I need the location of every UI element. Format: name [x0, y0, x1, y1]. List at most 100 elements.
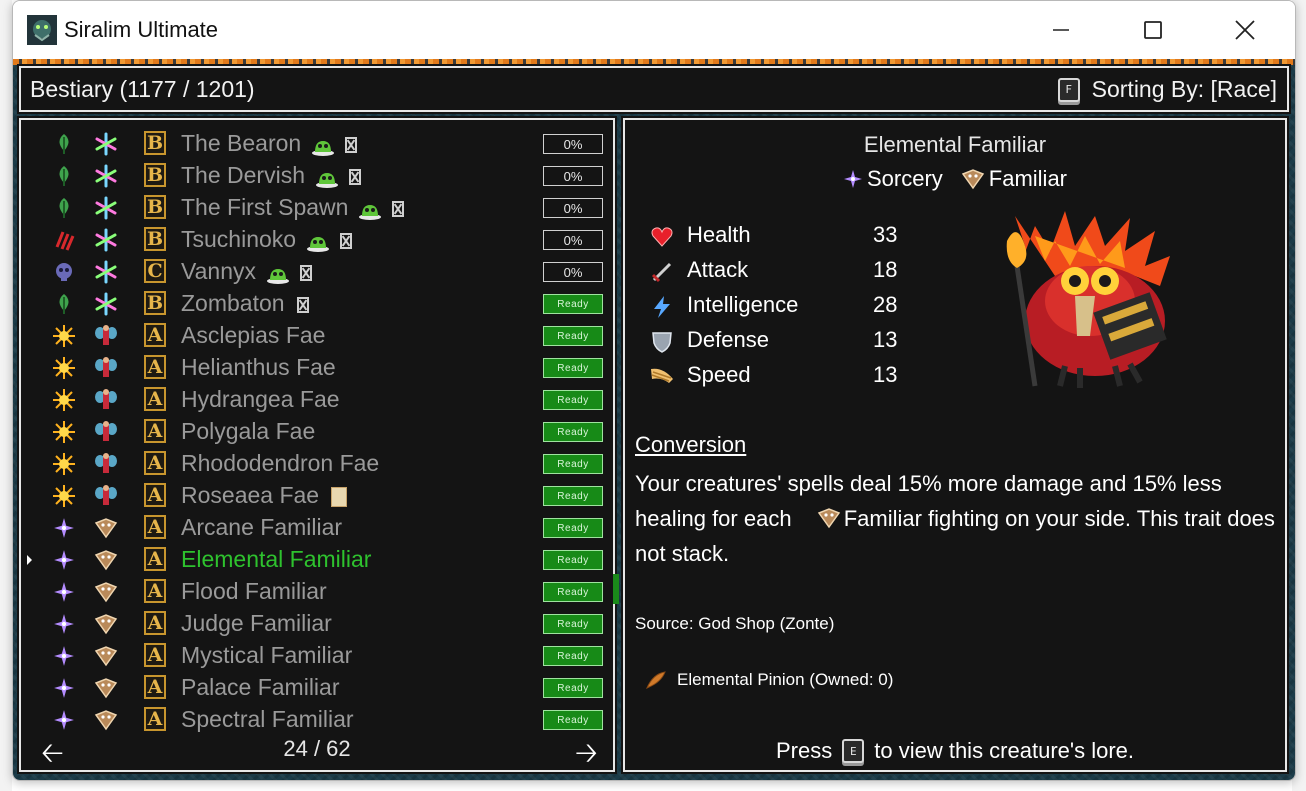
maximize-icon: [1144, 21, 1162, 39]
creature-name[interactable]: Judge Familiar: [181, 610, 332, 637]
list-item[interactable]: B The Dervish 0%: [21, 160, 613, 192]
creature-name-text: Helianthus Fae: [181, 354, 336, 380]
creature-name[interactable]: Spectral Familiar: [181, 706, 354, 733]
creature-name[interactable]: The Bearon: [181, 130, 358, 157]
sort-control[interactable]: F Sorting By: [Race]: [1057, 76, 1277, 103]
creature-name[interactable]: Arcane Familiar: [181, 514, 342, 541]
close-button[interactable]: [1199, 1, 1291, 59]
list-item[interactable]: A Mystical Familiar Ready: [21, 640, 613, 672]
bestiary-header: Bestiary (1177 / 1201) F Sorting By: [Ra…: [19, 66, 1289, 112]
race-label: Familiar: [988, 166, 1068, 191]
tier-badge: B: [144, 227, 166, 251]
list-item[interactable]: A Helianthus Fae Ready: [21, 352, 613, 384]
list-item[interactable]: A Palace Familiar Ready: [21, 672, 613, 704]
status-badge: Ready: [543, 518, 603, 538]
next-page-arrow-icon[interactable]: 🡢: [575, 732, 598, 780]
list-item[interactable]: A Polygala Fae Ready: [21, 416, 613, 448]
list-item[interactable]: B Zombaton Ready: [21, 288, 613, 320]
chaos-star-icon: [94, 196, 118, 220]
skull-icon: [52, 260, 76, 284]
tier-badge: A: [144, 483, 166, 507]
stat-row: Speed 13: [649, 360, 909, 394]
tier-badge: A: [144, 707, 166, 731]
lore-prompt[interactable]: Press E to view this creature's lore.: [625, 738, 1285, 764]
familiar-icon: [94, 548, 118, 572]
creature-name[interactable]: Roseaea Fae: [181, 482, 348, 509]
pagination: 🡠 24 / 62 🡢: [21, 732, 613, 768]
creature-name: Elemental Familiar: [863, 132, 1047, 157]
maximize-button[interactable]: [1107, 1, 1199, 59]
stat-value: 28: [873, 292, 898, 317]
status-badge: Ready: [543, 678, 603, 698]
list-item[interactable]: A Arcane Familiar Ready: [21, 512, 613, 544]
creature-name-text: Asclepias Fae: [181, 322, 326, 348]
creature-list-panel: B The Bearon 0% B The Dervish 0% B The First Sp…: [19, 118, 615, 772]
creature-name-text: Hydrangea Fae: [181, 386, 340, 412]
app-icon: [27, 15, 57, 45]
tier-badge: A: [144, 611, 166, 635]
creature-name[interactable]: Rhododendron Fae: [181, 450, 379, 477]
class-tag: Sorcery: [843, 166, 943, 192]
creature-name[interactable]: The First Spawn: [181, 194, 405, 221]
creature-name[interactable]: Hydrangea Fae: [181, 386, 340, 413]
list-item[interactable]: A Flood Familiar Ready: [21, 576, 613, 608]
creature-name[interactable]: The Dervish: [181, 162, 361, 189]
stat-row: Attack 18: [649, 255, 909, 289]
status-badge: Ready: [543, 422, 603, 442]
creature-name[interactable]: Elemental Familiar: [181, 546, 371, 573]
chaos-star-icon: [94, 292, 118, 316]
creature-name[interactable]: Palace Familiar: [181, 674, 340, 701]
x-box-icon: [392, 200, 405, 217]
list-item[interactable]: A Judge Familiar Ready: [21, 608, 613, 640]
tier-badge: B: [144, 291, 166, 315]
sun-icon: [52, 324, 76, 348]
stat-label: Defense: [687, 327, 769, 352]
creature-name[interactable]: Tsuchinoko: [181, 226, 353, 253]
game-area: Bestiary (1177 / 1201) F Sorting By: [Ra…: [13, 59, 1295, 780]
title-bar[interactable]: Siralim Ultimate: [13, 1, 1295, 59]
list-item[interactable]: A Rhododendron Fae Ready: [21, 448, 613, 480]
fae-icon: [94, 484, 118, 508]
familiar-icon: [94, 644, 118, 668]
creature-name[interactable]: Zombaton: [181, 290, 309, 317]
familiar-icon: [94, 676, 118, 700]
stat-row: Health 33: [649, 220, 909, 254]
creature-detail-panel: Elemental Familiar Sorcery Familiar Heal…: [623, 118, 1287, 772]
chaos-star-icon: [94, 132, 118, 156]
tier-badge: B: [144, 163, 166, 187]
bestiary-title: Bestiary (1177 / 1201): [30, 76, 255, 102]
minimize-button[interactable]: [1015, 1, 1107, 59]
shield-icon: [649, 329, 675, 355]
list-item[interactable]: A Asclepias Fae Ready: [21, 320, 613, 352]
close-icon: [1235, 20, 1255, 40]
list-item[interactable]: B Tsuchinoko 0%: [21, 224, 613, 256]
list-item[interactable]: C Vannyx 0%: [21, 256, 613, 288]
stat-value: 33: [873, 222, 898, 247]
lore-suffix: to view this creature's lore.: [874, 738, 1134, 763]
creature-name-text: The First Spawn: [181, 194, 349, 220]
list-item[interactable]: A Hydrangea Fae Ready: [21, 384, 613, 416]
list-item[interactable]: A Roseaea Fae Ready: [21, 480, 613, 512]
x-box-icon: [296, 296, 309, 313]
status-badge: 0%: [543, 166, 603, 186]
creature-name[interactable]: Polygala Fae: [181, 418, 315, 445]
creature-name[interactable]: Asclepias Fae: [181, 322, 325, 349]
list-item[interactable]: A Elemental Familiar Ready: [21, 544, 613, 576]
trait-title: Conversion: [635, 432, 747, 457]
list-item[interactable]: B The First Spawn 0%: [21, 192, 613, 224]
creature-name[interactable]: Flood Familiar: [181, 578, 327, 605]
familiar-icon: [94, 612, 118, 636]
familiar-icon: [961, 169, 984, 190]
creature-name-text: Arcane Familiar: [181, 514, 343, 540]
slime-icon: [315, 168, 338, 188]
creature-name[interactable]: Mystical Familiar: [181, 642, 352, 669]
list-item[interactable]: B The Bearon 0%: [21, 128, 613, 160]
creature-name[interactable]: Vannyx: [181, 258, 313, 285]
page-indicator: 24 / 62: [283, 736, 351, 761]
leaf-icon: [52, 164, 76, 188]
status-badge: Ready: [543, 486, 603, 506]
claw-icon: [52, 228, 76, 252]
creature-name[interactable]: Helianthus Fae: [181, 354, 336, 381]
status-badge: Ready: [543, 454, 603, 474]
sorcery-icon: [52, 580, 76, 604]
